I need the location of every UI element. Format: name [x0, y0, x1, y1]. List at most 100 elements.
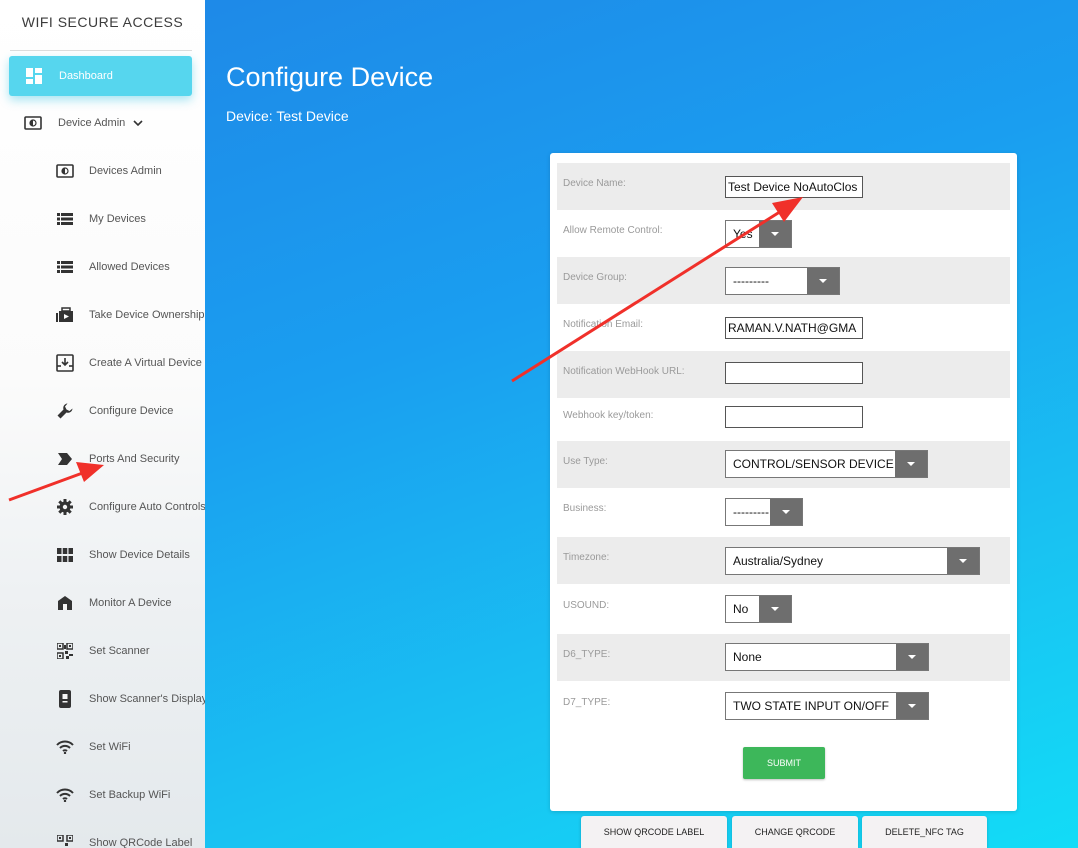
sidebar-item-label: Devices Admin	[89, 165, 162, 177]
device-group-value: ---------	[733, 274, 769, 288]
form-row-webhook-key: Webhook key/token:	[557, 395, 1010, 442]
qrcode-icon	[56, 642, 74, 660]
sidebar-item-devices-admin[interactable]: Devices Admin	[0, 157, 205, 185]
d7-type-select[interactable]: TWO STATE INPUT ON/OFF	[725, 692, 929, 720]
form-row-device-group: Device Group: ---------	[557, 257, 1010, 304]
gear-icon	[56, 498, 74, 516]
devices-admin-icon	[56, 162, 74, 180]
webhook-key-input[interactable]	[725, 406, 863, 428]
show-qrcode-label-button[interactable]: SHOW QRCODE LABEL	[581, 816, 727, 848]
timezone-value: Australia/Sydney	[733, 554, 824, 568]
chevron-down-icon	[947, 548, 979, 574]
sidebar-item-configure-device[interactable]: Configure Device	[0, 397, 205, 425]
form-row-usound: USOUND: No	[557, 585, 1010, 632]
wifi-icon	[56, 786, 74, 804]
sidebar-item-label: Monitor A Device	[89, 597, 172, 609]
sidebar-item-label: Device Admin	[58, 117, 126, 129]
sidebar-item-set-scanner[interactable]: Set Scanner	[0, 637, 205, 665]
page-title: Configure Device	[226, 62, 434, 92]
wrench-icon	[56, 402, 74, 420]
sidebar-item-label: Show Scanner's Display	[89, 693, 205, 705]
sidebar-item-auto-controls[interactable]: Configure Auto Controls	[0, 493, 205, 521]
grid-icon	[56, 546, 74, 564]
sidebar-item-set-backup-wifi[interactable]: Set Backup WiFi	[0, 781, 205, 809]
sidebar-item-label: My Devices	[89, 213, 146, 225]
notification-email-label: Notification Email:	[563, 319, 644, 330]
submit-button[interactable]: SUBMIT	[743, 747, 825, 779]
form-row-notification-email: Notification Email: RAMAN.V.NATH@GMA	[557, 304, 1010, 351]
d6-type-value: None	[733, 650, 762, 664]
brand-title: WIFI SECURE ACCESS	[21, 14, 184, 30]
form-row-allow-remote: Allow Remote Control: Yes	[557, 210, 1010, 257]
use-type-label: Use Type:	[563, 456, 608, 467]
sidebar-item-label: Allowed Devices	[89, 261, 170, 273]
business-select[interactable]: ---------	[725, 498, 803, 526]
qrcode-icon	[56, 834, 74, 848]
device-admin-icon	[24, 114, 42, 132]
device-name-input[interactable]: Test Device NoAutoClos	[725, 176, 863, 198]
sidebar-item-label: Configure Auto Controls	[89, 501, 205, 513]
ownership-icon	[56, 306, 74, 324]
webhook-url-label: Notification WebHook URL:	[563, 366, 685, 377]
sidebar-item-device-admin[interactable]: Device Admin	[0, 109, 205, 137]
home-icon	[56, 594, 74, 612]
d7-type-label: D7_TYPE:	[563, 697, 611, 708]
form-row-timezone: Timezone: Australia/Sydney	[557, 537, 1010, 584]
form-row-business: Business: ---------	[557, 488, 1010, 535]
sidebar-item-label: Show QRCode Label	[89, 837, 193, 848]
sidebar-item-label: Take Device Ownership	[89, 309, 205, 321]
change-qrcode-button[interactable]: CHANGE QRCODE	[732, 816, 858, 848]
webhook-url-input[interactable]	[725, 362, 863, 384]
d7-type-value: TWO STATE INPUT ON/OFF	[733, 699, 889, 713]
sidebar: WIFI SECURE ACCESS Dashboard Device Admi…	[0, 0, 205, 848]
form-row-d6-type: D6_TYPE: None	[557, 634, 1010, 681]
sidebar-item-label: Create A Virtual Device	[89, 357, 202, 369]
chevron-down-icon	[896, 644, 928, 670]
timezone-label: Timezone:	[563, 552, 610, 563]
divider	[10, 50, 192, 51]
download-box-icon	[56, 354, 74, 372]
business-label: Business:	[563, 503, 607, 514]
notification-email-input[interactable]: RAMAN.V.NATH@GMA	[725, 317, 863, 339]
device-group-label: Device Group:	[563, 272, 627, 283]
form-row-use-type: Use Type: CONTROL/SENSOR DEVICE	[557, 441, 1010, 488]
sidebar-item-label: Configure Device	[89, 405, 174, 417]
wifi-icon	[56, 738, 74, 756]
dashboard-icon	[25, 67, 43, 85]
sidebar-item-label: Dashboard	[59, 70, 113, 82]
display-device-icon	[56, 690, 74, 708]
sidebar-item-take-ownership[interactable]: Take Device Ownership	[0, 301, 205, 329]
sidebar-item-my-devices[interactable]: My Devices	[0, 205, 205, 233]
webhook-key-label: Webhook key/token:	[563, 410, 654, 421]
sidebar-item-ports-security[interactable]: Ports And Security	[0, 445, 205, 473]
allow-remote-value: Yes	[733, 227, 753, 241]
sidebar-item-scanner-display[interactable]: Show Scanner's Display	[0, 685, 205, 713]
chevron-down-icon	[759, 221, 791, 247]
device-name-label: Device Name:	[563, 178, 626, 189]
usound-value: No	[733, 602, 749, 616]
allow-remote-select[interactable]: Yes	[725, 220, 792, 248]
sidebar-item-device-details[interactable]: Show Device Details	[0, 541, 205, 569]
allow-remote-label: Allow Remote Control:	[563, 225, 663, 236]
delete-nfc-tag-button[interactable]: DELETE_NFC TAG	[862, 816, 987, 848]
usound-select[interactable]: No	[725, 595, 792, 623]
sidebar-item-dashboard[interactable]: Dashboard	[9, 56, 192, 96]
chevron-down-icon	[895, 451, 927, 477]
sidebar-item-monitor-device[interactable]: Monitor A Device	[0, 589, 205, 617]
sidebar-item-show-qrcode-label[interactable]: Show QRCode Label	[0, 829, 205, 848]
page-subtitle: Device: Test Device	[226, 108, 349, 124]
chevron-down-icon	[807, 268, 839, 294]
sidebar-item-label: Ports And Security	[89, 453, 180, 465]
sidebar-item-label: Set WiFi	[89, 741, 131, 753]
sidebar-item-create-virtual-device[interactable]: Create A Virtual Device	[0, 349, 205, 377]
sidebar-item-allowed-devices[interactable]: Allowed Devices	[0, 253, 205, 281]
sidebar-item-set-wifi[interactable]: Set WiFi	[0, 733, 205, 761]
use-type-select[interactable]: CONTROL/SENSOR DEVICE	[725, 450, 928, 478]
device-group-select[interactable]: ---------	[725, 267, 840, 295]
label-tag-icon	[56, 450, 74, 468]
timezone-select[interactable]: Australia/Sydney	[725, 547, 980, 575]
d6-type-select[interactable]: None	[725, 643, 929, 671]
usound-label: USOUND:	[563, 600, 610, 611]
form-row-webhook-url: Notification WebHook URL:	[557, 351, 1010, 398]
business-value: ---------	[733, 505, 769, 519]
